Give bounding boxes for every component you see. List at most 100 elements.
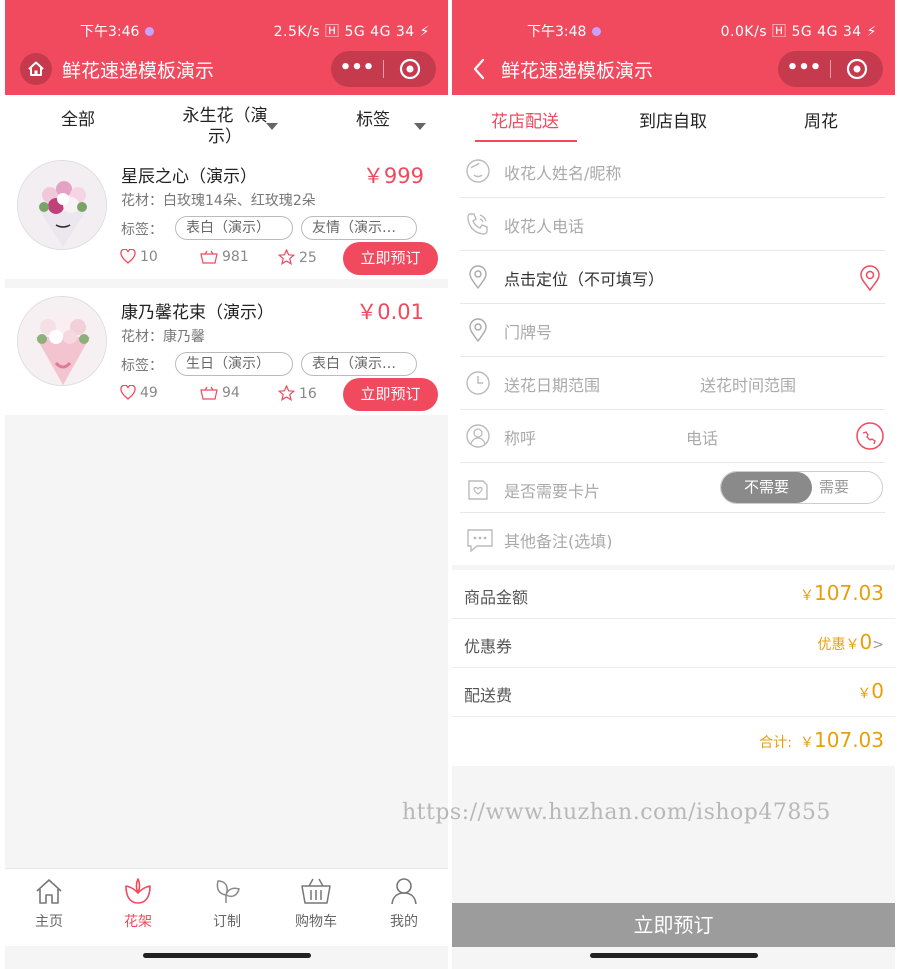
order-form: 收花人姓名/昵称 收花人电话 点击定位（不可填写） 门牌号 送花日期范围 送花时… — [452, 145, 895, 565]
chevron-right-icon: > — [872, 637, 884, 653]
active-tab-indicator — [475, 140, 577, 142]
heart-icon — [120, 384, 136, 400]
product-tag[interactable]: 生日（演示） — [175, 352, 293, 376]
filter-bar: 全部 永生花（演示） 标签 — [5, 95, 448, 152]
tab-profile[interactable]: 我的 — [374, 877, 434, 931]
product-image — [17, 160, 107, 250]
salutation-field[interactable]: 称呼 — [504, 425, 536, 449]
tab-cart[interactable]: 购物车 — [286, 877, 346, 931]
gesture-bar — [590, 953, 758, 958]
locate-icon[interactable] — [857, 264, 883, 292]
product-material: 花材：康乃馨 — [121, 329, 205, 345]
chevron-left-icon — [473, 58, 485, 80]
product-price: ￥999 — [362, 164, 424, 188]
contact-phone-field[interactable]: 电话 — [686, 425, 718, 449]
card-icon — [468, 480, 488, 500]
close-button[interactable] — [384, 51, 436, 87]
tag-label: 标签： — [121, 222, 163, 238]
date-range-field[interactable]: 送花日期范围 — [504, 372, 600, 396]
filter-category[interactable]: 永生花（演示） — [180, 106, 270, 148]
likes-stat: 10 — [120, 248, 158, 265]
card-not-needed-option[interactable]: 不需要 — [721, 472, 812, 503]
product-price: ￥0.01 — [356, 300, 424, 324]
total-row: 合计: ￥107.03 — [759, 728, 884, 752]
basket-icon — [200, 386, 218, 400]
left-phone-screen: 下午3:46 2.5K/s 🄷 5G 4G 34 ⚡ 鲜花速递模板演示 ••• … — [5, 0, 448, 969]
chat-icon — [467, 529, 493, 553]
top-bar: 下午3:46 2.5K/s 🄷 5G 4G 34 ⚡ 鲜花速递模板演示 ••• — [5, 0, 448, 95]
delivery-datetime-row: 送花日期范围 送花时间范围 — [460, 357, 885, 410]
status-bar: 下午3:46 2.5K/s 🄷 5G 4G 34 ⚡ — [5, 18, 448, 42]
sales-stat: 94 — [200, 385, 240, 401]
heart-icon — [120, 248, 136, 264]
home-icon — [28, 61, 44, 76]
tab-shop-delivery[interactable]: 花店配送 — [491, 107, 559, 132]
star-icon — [277, 248, 296, 266]
basket-icon — [200, 250, 218, 264]
delivery-tabs: 花店配送 到店自取 周花 — [452, 95, 895, 145]
price-summary: 商品金额 ￥107.03 优惠券 优惠￥0> 配送费 ￥0 合计: ￥107.03 — [452, 570, 895, 766]
coupon-row[interactable]: 优惠券 优惠￥0> — [452, 619, 895, 668]
home-icon — [36, 879, 62, 904]
greeting-card-row: 是否需要卡片 不需要 需要 — [460, 463, 885, 513]
clock-icon — [466, 371, 490, 395]
card-toggle[interactable]: 不需要 需要 — [720, 471, 883, 504]
page-title: 鲜花速递模板演示 — [62, 60, 215, 82]
stars-stat: 25 — [277, 248, 317, 266]
product-name: 星辰之心（演示） — [121, 167, 257, 187]
tab-store-pickup[interactable]: 到店自取 — [639, 107, 707, 132]
flower-icon — [125, 878, 151, 904]
tag-label: 标签： — [121, 358, 163, 374]
bottom-tab-bar: 主页 花架 订制 购物车 我的 — [5, 868, 448, 946]
tab-home[interactable]: 主页 — [19, 877, 79, 931]
book-now-button[interactable]: 立即预订 — [343, 242, 438, 275]
home-button[interactable] — [20, 53, 52, 85]
product-material: 花材：白玫瑰14朵、红玫瑰2朵 — [121, 193, 316, 209]
more-button[interactable]: ••• — [778, 51, 830, 87]
back-button[interactable] — [466, 53, 494, 85]
tab-weekly-flowers[interactable]: 周花 — [804, 107, 838, 132]
cart-icon — [301, 878, 331, 904]
recipient-phone-field[interactable]: 收花人电话 — [460, 198, 885, 251]
phone-icon — [467, 213, 488, 235]
mini-program-capsule: ••• — [778, 51, 883, 87]
recipient-name-field[interactable]: 收花人姓名/昵称 — [460, 145, 885, 198]
submit-order-button[interactable]: 立即预订 — [452, 903, 895, 947]
more-button[interactable]: ••• — [331, 51, 383, 87]
page-title: 鲜花速递模板演示 — [501, 60, 654, 82]
sales-stat: 981 — [200, 249, 249, 265]
contacts-icon[interactable] — [855, 421, 885, 451]
mini-program-capsule: ••• — [331, 51, 436, 87]
target-close-icon — [846, 58, 868, 80]
close-button[interactable] — [831, 51, 883, 87]
top-bar: 下午3:48 0.0K/s 🄷 5G 4G 34 ⚡ 鲜花速递模板演示 ••• — [452, 0, 895, 95]
product-tag[interactable]: 友情（演示… — [301, 216, 417, 240]
filter-all[interactable]: 全部 — [61, 105, 95, 130]
book-now-button[interactable]: 立即预订 — [343, 378, 438, 411]
tab-flower-shelf[interactable]: 花架 — [108, 877, 168, 931]
product-tag[interactable]: 表白（演示） — [175, 216, 293, 240]
card-needed-option[interactable]: 需要 — [819, 472, 849, 503]
remarks-field[interactable]: 其他备注(选填) — [460, 513, 885, 566]
location-field[interactable]: 点击定位（不可填写） — [460, 251, 885, 304]
filter-tags[interactable]: 标签 — [356, 105, 390, 130]
tab-custom[interactable]: 订制 — [197, 877, 257, 931]
status-network: 2.5K/s 🄷 5G 4G 34 ⚡ — [273, 24, 430, 40]
filter-category-arrow-icon — [266, 123, 278, 130]
gesture-bar — [143, 953, 311, 958]
product-card[interactable]: 康乃馨花束（演示） ￥0.01 花材：康乃馨 标签： 生日（演示） 表白（演示…… — [5, 288, 448, 415]
location-pin-icon — [469, 265, 487, 290]
product-tag[interactable]: 表白（演示… — [301, 352, 417, 376]
status-time: 下午3:46 — [80, 21, 155, 41]
likes-stat: 49 — [120, 384, 158, 401]
filter-tags-arrow-icon — [414, 123, 426, 130]
door-number-field[interactable]: 门牌号 — [460, 304, 885, 357]
status-time: 下午3:48 — [527, 21, 602, 41]
product-name: 康乃馨花束（演示） — [121, 303, 274, 323]
leaf-icon — [216, 880, 240, 903]
target-close-icon — [399, 58, 421, 80]
time-range-field[interactable]: 送花时间范围 — [700, 372, 796, 396]
product-card[interactable]: 星辰之心（演示） ￥999 花材：白玫瑰14朵、红玫瑰2朵 标签： 表白（演示）… — [5, 152, 448, 279]
salutation-phone-row: 称呼 电话 — [460, 410, 885, 463]
status-network: 0.0K/s 🄷 5G 4G 34 ⚡ — [720, 24, 877, 40]
